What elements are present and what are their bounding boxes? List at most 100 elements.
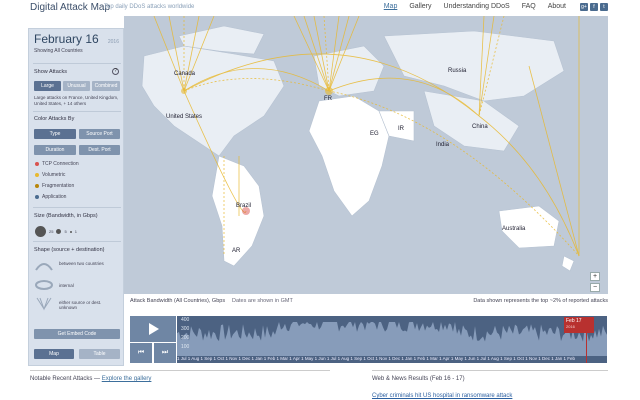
map-label-united-states: United States xyxy=(166,114,203,120)
skip-back-button[interactable]: ⏮ xyxy=(130,343,152,363)
facebook-icon[interactable]: f xyxy=(590,3,598,11)
shape-label: Shape (source + destination) xyxy=(34,247,105,253)
social-links: g+ f t xyxy=(580,3,608,11)
current-date-tag: Feb 17 2016 xyxy=(564,317,594,333)
top-bar: Digital Attack Map Top daily DDoS attack… xyxy=(0,0,640,16)
divider xyxy=(33,63,121,64)
show-combined-button[interactable]: Combined xyxy=(92,81,120,91)
shape-internal-label: internal xyxy=(59,283,74,288)
embed-code-button[interactable]: Get Embed Code xyxy=(34,329,120,339)
recent-attacks-label: Notable Recent Attacks — xyxy=(30,376,101,382)
show-large-button[interactable]: Large xyxy=(34,81,61,91)
skip-forward-button[interactable]: ⏭ xyxy=(154,343,176,363)
current-year: 2016 xyxy=(107,39,119,45)
map-label-france: FR xyxy=(324,96,332,102)
site-subtitle: Top daily DDoS attacks worldwide xyxy=(104,4,195,10)
x-axis-labels: 1 Jul 1 Aug 1 Sep 1 Oct 1 Nov 1 Dec 1 Ja… xyxy=(177,356,575,361)
attack-arcs xyxy=(153,16,580,257)
google-plus-icon[interactable]: g+ xyxy=(580,3,588,11)
legend-label: Volumetric xyxy=(42,172,66,178)
show-attacks-label: Show Attacks xyxy=(34,69,68,75)
color-duration-button[interactable]: Duration xyxy=(34,145,76,155)
legend-label: TCP Connection xyxy=(42,161,79,167)
nav-faq[interactable]: FAQ xyxy=(522,3,536,11)
map-label-egypt: EG xyxy=(370,131,379,137)
map-view-button[interactable]: Map xyxy=(34,349,74,359)
shape-unknown-label: either source or dest. unknown xyxy=(59,300,102,310)
color-type-button[interactable]: Type xyxy=(34,129,76,139)
timeline-title: Attack Bandwidth (All Countries), Gbps xyxy=(130,298,226,304)
color-dest-port-button[interactable]: Dest. Port xyxy=(79,145,120,155)
size-label: Size (Bandwidth, in Gbps) xyxy=(34,213,98,219)
y-tick: 300 xyxy=(181,326,190,332)
nav-understanding-ddos[interactable]: Understanding DDoS xyxy=(444,3,510,11)
tag-year: 2016 xyxy=(566,324,575,329)
y-tick: 100 xyxy=(181,344,190,350)
tcp-dot-icon xyxy=(35,162,39,166)
map-label-china: China xyxy=(472,124,488,130)
color-by-label: Color Attacks By xyxy=(34,116,75,122)
nav-about[interactable]: About xyxy=(548,3,566,11)
help-icon[interactable]: ? xyxy=(112,68,119,75)
news-heading: Web & News Results (Feb 16 - 17) xyxy=(372,376,465,382)
timeline-data-note: Data shown represents the top ~2% of rep… xyxy=(473,298,608,304)
size-value: 1 xyxy=(74,229,77,234)
map-label-russia: Russia xyxy=(448,68,467,74)
map-label-australia: Australia xyxy=(502,226,526,232)
news-link[interactable]: Cyber criminals hit US hospital in ranso… xyxy=(372,393,512,399)
nav-gallery[interactable]: Gallery xyxy=(409,3,431,11)
legend-tcp: TCP Connection xyxy=(35,161,79,167)
legend-label: Fragmentation xyxy=(42,183,75,189)
legend-volumetric: Volumetric xyxy=(35,172,65,178)
nav-map[interactable]: Map xyxy=(384,3,398,11)
large-attacks-note-2: United States, + 14 others xyxy=(34,101,87,106)
arc-shape-icon xyxy=(35,263,53,271)
color-source-port-button[interactable]: Source Port xyxy=(79,129,120,139)
showing-filter: Showing All Countries xyxy=(34,48,83,54)
size-value: 25 xyxy=(49,229,54,234)
medium-circle-icon xyxy=(56,229,62,234)
divider xyxy=(33,241,121,242)
timeline-cursor[interactable] xyxy=(586,333,587,363)
funnel-shape-icon xyxy=(36,297,52,311)
legend-application: Application xyxy=(35,194,66,200)
map-label-argentina: AR xyxy=(232,248,241,254)
legend-label: Application xyxy=(42,194,67,200)
control-panel: February 16 2016 Showing All Countries S… xyxy=(28,28,124,366)
map-label-india: India xyxy=(436,142,450,148)
y-tick: 400 xyxy=(181,317,190,323)
divider xyxy=(33,111,121,112)
size-scale: 25 5 1 xyxy=(35,226,77,237)
fragmentation-dot-icon xyxy=(35,184,39,188)
world-map[interactable]: Canada United States Russia China India … xyxy=(124,16,608,294)
play-button[interactable] xyxy=(130,316,176,342)
small-circle-icon xyxy=(69,230,72,233)
size-value: 5 xyxy=(64,229,67,234)
zoom-out-button[interactable]: − xyxy=(590,283,600,292)
twitter-icon[interactable]: t xyxy=(600,3,608,11)
loop-shape-icon xyxy=(35,280,53,290)
map-label-canada: Canada xyxy=(174,71,196,77)
divider xyxy=(372,370,608,371)
timeline-header: Attack Bandwidth (All Countries), Gbps D… xyxy=(130,298,608,304)
large-attacks-note: Large attacks on France, United Kingdom, xyxy=(34,95,119,100)
zoom-in-button[interactable]: + xyxy=(590,272,600,281)
table-view-button[interactable]: Table xyxy=(79,349,120,359)
large-circle-icon xyxy=(35,226,46,237)
divider xyxy=(30,370,330,371)
recent-attacks-heading: Notable Recent Attacks — Explore the gal… xyxy=(30,376,151,382)
legend-fragmentation: Fragmentation xyxy=(35,183,74,189)
timeline-note: Dates are shown in GMT xyxy=(232,298,293,304)
main-nav: Map Gallery Understanding DDoS FAQ About… xyxy=(384,3,608,11)
map-label-brazil: Brazil xyxy=(236,203,252,209)
site-title[interactable]: Digital Attack Map xyxy=(30,2,110,13)
y-tick: 200 xyxy=(181,335,190,341)
shape-between-label: between two countries xyxy=(59,261,104,266)
divider xyxy=(33,207,121,208)
bandwidth-chart[interactable]: 400 300 200 100 1 Jul 1 Aug 1 Sep 1 Oct … xyxy=(177,316,607,363)
volumetric-dot-icon xyxy=(35,173,39,177)
show-unusual-button[interactable]: Unusual xyxy=(63,81,90,91)
current-date: February 16 xyxy=(34,32,99,46)
gallery-link[interactable]: Explore the gallery xyxy=(102,376,152,382)
map-label-iran: IR xyxy=(398,126,404,132)
